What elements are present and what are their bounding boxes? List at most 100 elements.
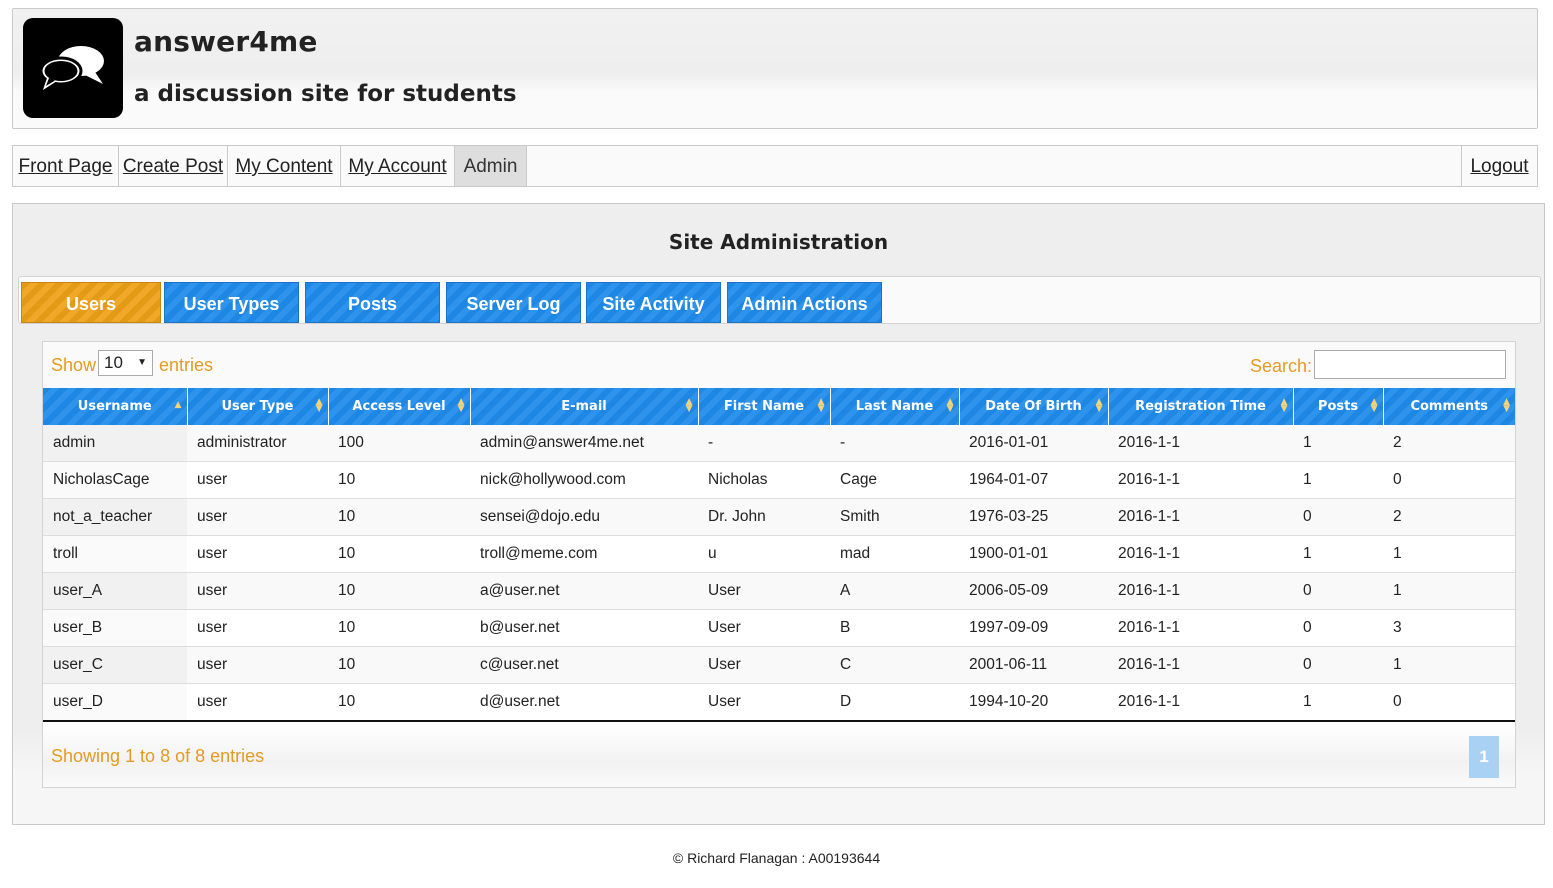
column-header-label: Date Of Birth bbox=[985, 399, 1082, 414]
table-cell: 0 bbox=[1293, 498, 1383, 536]
sort-both-icon: ▲ ▼ bbox=[685, 397, 693, 414]
table-cell: C bbox=[830, 646, 959, 684]
site-header: answer4me a discussion site for students bbox=[12, 8, 1538, 129]
table-cell: 10 bbox=[328, 683, 470, 722]
table-row: user_D user 10 d@user.net User D 1994-10-20 201… bbox=[43, 683, 1515, 722]
table-header-row: Username ▲ User Type ▲ ▼ Access Level ▲ ▼ E-mail… bbox=[43, 388, 1515, 425]
main-nav: Front Page Create Post My Content My Acc… bbox=[12, 145, 1538, 187]
table-cell: Nicholas bbox=[698, 461, 830, 499]
tab-posts[interactable]: Posts bbox=[305, 282, 440, 323]
table-cell: Dr. John bbox=[698, 498, 830, 536]
table-cell: administrator bbox=[187, 425, 328, 462]
tab-users[interactable]: Users bbox=[21, 282, 161, 323]
search-input[interactable] bbox=[1314, 350, 1506, 379]
table-cell: 0 bbox=[1293, 609, 1383, 647]
column-header[interactable]: User Type ▲ ▼ bbox=[187, 388, 329, 425]
site-tagline: a discussion site for students bbox=[134, 81, 517, 107]
site-title: answer4me bbox=[134, 25, 318, 58]
column-header[interactable]: E-mail ▲ ▼ bbox=[470, 388, 699, 425]
column-header[interactable]: First Name ▲ ▼ bbox=[698, 388, 831, 425]
table-cell: a@user.net bbox=[470, 572, 698, 610]
column-header[interactable]: Access Level ▲ ▼ bbox=[328, 388, 471, 425]
table-cell: user bbox=[187, 498, 328, 536]
sort-both-icon: ▲ ▼ bbox=[1370, 397, 1378, 414]
table-cell: 1900-01-01 bbox=[959, 535, 1108, 573]
column-header[interactable]: Date Of Birth ▲ ▼ bbox=[959, 388, 1109, 425]
nav-admin[interactable]: Admin bbox=[455, 146, 527, 186]
admin-tabs: Users User Types Posts Server Log Site A… bbox=[18, 276, 1541, 324]
pagination-page-button[interactable]: 1 bbox=[1469, 736, 1499, 778]
table-cell: NicholasCage bbox=[43, 461, 187, 499]
tab-site-activity[interactable]: Site Activity bbox=[586, 282, 721, 323]
tab-admin-actions[interactable]: Admin Actions bbox=[727, 282, 882, 323]
table-row: admin administrator 100 admin@answer4me.net… bbox=[43, 425, 1515, 462]
nav-my-account[interactable]: My Account bbox=[341, 146, 455, 186]
table-cell: 10 bbox=[328, 461, 470, 499]
table-cell: user bbox=[187, 683, 328, 722]
column-header[interactable]: Last Name ▲ ▼ bbox=[830, 388, 960, 425]
table-row: user_A user 10 a@user.net User A 2006-05-09 201… bbox=[43, 572, 1515, 610]
tab-server-log[interactable]: Server Log bbox=[446, 282, 581, 323]
nav-front-page[interactable]: Front Page bbox=[13, 146, 119, 186]
table-cell: admin bbox=[43, 425, 187, 462]
table-cell: 3 bbox=[1383, 609, 1515, 647]
column-header-label: Posts bbox=[1317, 399, 1359, 414]
page-length-select[interactable]: 10 ▼ bbox=[98, 350, 153, 376]
column-header-label: Comments bbox=[1410, 399, 1489, 414]
table-cell: 1 bbox=[1293, 683, 1383, 722]
nav-create-post[interactable]: Create Post bbox=[119, 146, 228, 186]
table-cell: 1 bbox=[1383, 646, 1515, 684]
table-cell: User bbox=[698, 609, 830, 647]
table-cell: Smith bbox=[830, 498, 959, 536]
admin-panel: Site Administration Users User Types Pos… bbox=[12, 203, 1545, 825]
chat-bubbles-icon bbox=[39, 46, 104, 90]
table-cell: troll bbox=[43, 535, 187, 573]
table-cell: 2016-1-1 bbox=[1108, 683, 1293, 722]
table-cell: D bbox=[830, 683, 959, 722]
column-header[interactable]: Posts ▲ ▼ bbox=[1293, 388, 1384, 425]
table-cell: 2016-1-1 bbox=[1108, 535, 1293, 573]
entries-label: entries bbox=[159, 355, 214, 375]
column-header[interactable]: Registration Time ▲ ▼ bbox=[1108, 388, 1294, 425]
table-cell: b@user.net bbox=[470, 609, 698, 647]
column-header[interactable]: Comments ▲ ▼ bbox=[1383, 388, 1515, 425]
table-cell: 1 bbox=[1293, 425, 1383, 462]
table-row: user_C user 10 c@user.net User C 2001-06-11 201… bbox=[43, 646, 1515, 684]
table-cell: 1976-03-25 bbox=[959, 498, 1108, 536]
table-cell: 10 bbox=[328, 609, 470, 647]
site-logo bbox=[23, 18, 123, 118]
nav-my-content[interactable]: My Content bbox=[228, 146, 341, 186]
table-cell: nick@hollywood.com bbox=[470, 461, 698, 499]
page-title: Site Administration bbox=[668, 230, 889, 254]
sort-both-icon: ▲ ▼ bbox=[1095, 397, 1103, 414]
tab-user-types[interactable]: User Types bbox=[164, 282, 299, 323]
table-row: user_B user 10 b@user.net User B 1997-09-09 201… bbox=[43, 609, 1515, 647]
sort-both-icon: ▲ ▼ bbox=[1503, 397, 1510, 414]
table-cell: user bbox=[187, 646, 328, 684]
table-cell: 0 bbox=[1383, 461, 1515, 499]
select-arrow-icon: ▼ bbox=[137, 357, 147, 368]
page-length-value: 10 bbox=[104, 353, 123, 372]
table-cell: user_C bbox=[43, 646, 187, 684]
column-header[interactable]: Username ▲ bbox=[43, 388, 188, 425]
table-cell: User bbox=[698, 683, 830, 722]
table-cell: 1994-10-20 bbox=[959, 683, 1108, 722]
sort-both-icon: ▲ ▼ bbox=[946, 397, 954, 414]
datatable-controls: Show 10 ▼ entries Search: bbox=[43, 342, 1515, 388]
table-cell: user bbox=[187, 572, 328, 610]
table-cell: 1997-09-09 bbox=[959, 609, 1108, 647]
logout-link[interactable]: Logout bbox=[1461, 146, 1537, 186]
table-cell: 2001-06-11 bbox=[959, 646, 1108, 684]
table-cell: B bbox=[830, 609, 959, 647]
column-header-label: Access Level bbox=[352, 399, 446, 414]
table-cell: 2016-1-1 bbox=[1108, 425, 1293, 462]
datatable-footer: Showing 1 to 8 of 8 entries 1 bbox=[43, 725, 1515, 787]
table-cell: 1 bbox=[1383, 572, 1515, 610]
table-cell: 2016-01-01 bbox=[959, 425, 1108, 462]
table-cell: u bbox=[698, 535, 830, 573]
table-cell: - bbox=[698, 425, 830, 462]
show-label: Show bbox=[51, 355, 97, 375]
table-cell: 10 bbox=[328, 535, 470, 573]
table-cell: A bbox=[830, 572, 959, 610]
column-header-label: Registration Time bbox=[1135, 399, 1266, 414]
